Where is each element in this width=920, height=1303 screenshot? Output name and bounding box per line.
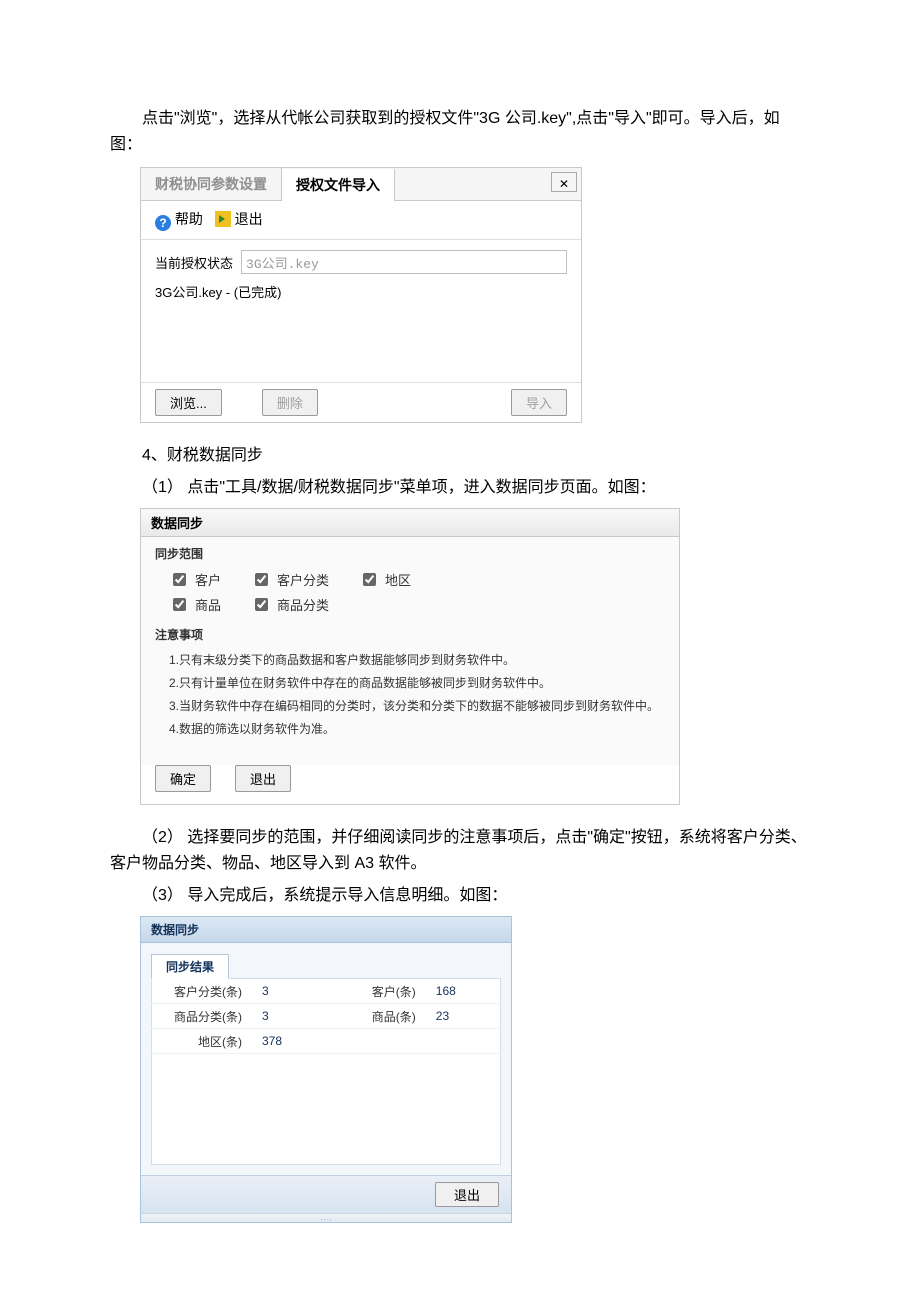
sync-result-dialog: 数据同步 同步结果 客户分类(条) 3 客户(条) 168 商品分类(条) 3 … xyxy=(140,916,512,1223)
note-3: 3.当财务软件中存在编码相同的分类时，该分类和分类下的数据不能够被同步到财务软件… xyxy=(169,697,665,714)
table-row: 商品分类(条) 3 商品(条) 23 xyxy=(152,1004,501,1029)
exit-button-result[interactable]: 退出 xyxy=(435,1182,499,1207)
sync-result-title: 数据同步 xyxy=(141,917,511,943)
cell-value: 23 xyxy=(426,1004,501,1029)
step-2-text: （2） 选择要同步的范围，并仔细阅读同步的注意事项后，点击"确定"按钮，系统将客… xyxy=(110,825,810,876)
cell-label: 商品分类(条) xyxy=(152,1004,253,1029)
tab-sync-result[interactable]: 同步结果 xyxy=(151,954,229,979)
auth-import-dialog: 财税协同参数设置 授权文件导入 ✕ ? 帮助 退出 当前授权状态 3G公司.ke… xyxy=(140,167,582,423)
table-row: 客户分类(条) 3 客户(条) 168 xyxy=(152,979,501,1004)
cell-label: 客户分类(条) xyxy=(152,979,253,1004)
checkbox-product-category-label: 商品分类 xyxy=(277,595,329,614)
checkbox-customer-input[interactable] xyxy=(173,573,186,586)
sync-result-table: 客户分类(条) 3 客户(条) 168 商品分类(条) 3 商品(条) 23 地… xyxy=(151,978,501,1165)
import-button[interactable]: 导入 xyxy=(511,389,567,416)
tab-settings[interactable]: 财税协同参数设置 xyxy=(141,168,282,200)
ok-button[interactable]: 确定 xyxy=(155,765,211,792)
help-icon: ? xyxy=(155,215,171,231)
checkbox-customer-category-input[interactable] xyxy=(255,573,268,586)
help-label: 帮助 xyxy=(175,211,203,227)
resize-handle[interactable]: ···· xyxy=(141,1213,511,1222)
delete-button[interactable]: 删除 xyxy=(262,389,318,416)
note-4: 4.数据的筛选以财务软件为准。 xyxy=(169,720,665,737)
checkbox-customer-label: 客户 xyxy=(195,570,221,589)
note-2: 2.只有计量单位在财务软件中存在的商品数据能够被同步到财务软件中。 xyxy=(169,674,665,691)
sync-range-legend: 同步范围 xyxy=(155,545,665,562)
heading-4: 4、财税数据同步 xyxy=(110,443,810,469)
checkbox-product-label: 商品 xyxy=(195,595,221,614)
checkbox-customer[interactable]: 客户 xyxy=(169,570,221,589)
cell-label: 地区(条) xyxy=(152,1029,253,1054)
auth-status-field xyxy=(241,250,567,274)
cell-value: 378 xyxy=(252,1029,326,1054)
checkbox-region-label: 地区 xyxy=(385,570,411,589)
step-1-text: （1） 点击"工具/数据/财税数据同步"菜单项，进入数据同步页面。如图： xyxy=(110,475,810,501)
browse-button[interactable]: 浏览... xyxy=(155,389,222,416)
notes-legend: 注意事项 xyxy=(155,626,665,643)
checkbox-product-category[interactable]: 商品分类 xyxy=(251,595,329,614)
checkbox-product[interactable]: 商品 xyxy=(169,595,221,614)
exit-label: 退出 xyxy=(235,211,263,227)
tab-auth-import[interactable]: 授权文件导入 xyxy=(282,169,395,201)
data-sync-title: 数据同步 xyxy=(141,509,679,537)
help-button[interactable]: ? 帮助 xyxy=(155,211,207,227)
checkbox-customer-category[interactable]: 客户分类 xyxy=(251,570,329,589)
checkbox-product-input[interactable] xyxy=(173,598,186,611)
cell-label: 客户(条) xyxy=(326,979,426,1004)
checkbox-region[interactable]: 地区 xyxy=(359,570,411,589)
file-item-label: 3G公司.key - (已完成) xyxy=(155,285,281,300)
paragraph-intro: 点击"浏览"，选择从代帐公司获取到的授权文件"3G 公司.key",点击"导入"… xyxy=(110,106,810,157)
checkbox-customer-category-label: 客户分类 xyxy=(277,570,329,589)
exit-button-sync[interactable]: 退出 xyxy=(235,765,291,792)
table-row: 地区(条) 378 xyxy=(152,1029,501,1054)
step-3-text: （3） 导入完成后，系统提示导入信息明细。如图： xyxy=(110,883,810,909)
cell-value: 3 xyxy=(252,1004,326,1029)
close-icon[interactable]: ✕ xyxy=(551,172,577,192)
exit-icon xyxy=(215,211,231,227)
cell-label: 商品(条) xyxy=(326,1004,426,1029)
exit-button[interactable]: 退出 xyxy=(215,211,263,227)
note-1: 1.只有末级分类下的商品数据和客户数据能够同步到财务软件中。 xyxy=(169,651,665,668)
cell-value: 3 xyxy=(252,979,326,1004)
cell-value: 168 xyxy=(426,979,501,1004)
data-sync-dialog: 数据同步 同步范围 客户 客户分类 xyxy=(140,508,680,805)
file-list: 3G公司.key - (已完成) xyxy=(155,282,567,372)
auth-status-label: 当前授权状态 xyxy=(155,253,233,272)
checkbox-region-input[interactable] xyxy=(363,573,376,586)
checkbox-product-category-input[interactable] xyxy=(255,598,268,611)
